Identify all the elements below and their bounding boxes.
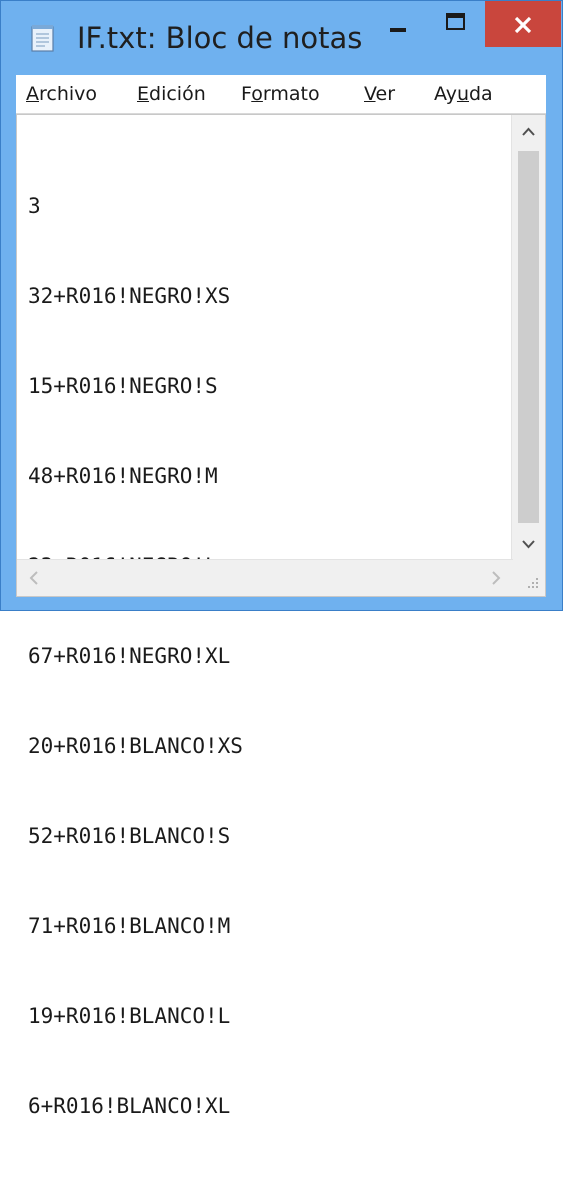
chevron-up-icon bbox=[522, 127, 535, 136]
editor-text[interactable]: 3 32+R016!NEGRO!XS 15+R016!NEGRO!S 48+R0… bbox=[28, 131, 243, 1181]
text-line: 15+R016!NEGRO!S bbox=[28, 374, 218, 398]
menu-accel-key: A bbox=[26, 83, 39, 105]
resize-grip-icon bbox=[528, 578, 538, 588]
menu-accel-key: E bbox=[137, 83, 150, 105]
vertical-scroll-thumb[interactable] bbox=[518, 151, 539, 523]
text-line: 48+R016!NEGRO!M bbox=[28, 464, 218, 488]
scroll-down-button[interactable] bbox=[512, 527, 545, 561]
menu-edicion[interactable]: Edición bbox=[137, 75, 206, 113]
text-line: 67+R016!NEGRO!XL bbox=[28, 644, 231, 668]
chevron-left-icon bbox=[29, 571, 38, 585]
menu-ayuda[interactable]: Ayuda bbox=[434, 75, 493, 113]
maximize-button[interactable] bbox=[427, 1, 485, 47]
title-bar[interactable]: IF.txt: Bloc de notas bbox=[1, 1, 562, 75]
text-editor[interactable]: 3 32+R016!NEGRO!XS 15+R016!NEGRO!S 48+R0… bbox=[16, 114, 546, 1118]
menu-archivo[interactable]: Archivo bbox=[26, 75, 97, 113]
close-icon bbox=[514, 16, 532, 34]
window-title: IF.txt: Bloc de notas bbox=[77, 21, 363, 55]
menu-accel-key: u bbox=[456, 83, 469, 105]
menu-accel-key: V bbox=[364, 83, 376, 105]
menu-label-suffix: da bbox=[469, 83, 493, 105]
scroll-right-button[interactable] bbox=[479, 560, 513, 596]
horizontal-scrollbar[interactable] bbox=[17, 559, 513, 596]
minimize-icon bbox=[390, 28, 406, 32]
maximize-icon bbox=[446, 13, 465, 30]
chevron-down-icon bbox=[522, 540, 535, 549]
menu-label-prefix: F bbox=[241, 83, 252, 105]
menu-label-suffix: dición bbox=[149, 83, 206, 105]
close-button[interactable] bbox=[485, 1, 561, 47]
scroll-up-button[interactable] bbox=[512, 115, 545, 149]
menu-label-suffix: rchivo bbox=[39, 83, 98, 105]
menu-label-prefix: Ay bbox=[434, 83, 457, 105]
text-line: 6+R016!BLANCO!XL bbox=[28, 1094, 231, 1118]
text-line: 19+R016!BLANCO!L bbox=[28, 1004, 231, 1028]
menu-label-suffix: er bbox=[375, 83, 396, 105]
text-line: 20+R016!BLANCO!XS bbox=[28, 734, 243, 758]
minimize-button[interactable] bbox=[369, 1, 427, 47]
notepad-window: IF.txt: Bloc de notas Archivo Edición Fo… bbox=[0, 0, 563, 1118]
vertical-scrollbar[interactable] bbox=[511, 115, 545, 561]
scroll-left-button[interactable] bbox=[17, 560, 51, 596]
notepad-app-icon[interactable] bbox=[31, 24, 55, 52]
menu-label-suffix: rmato bbox=[262, 83, 320, 105]
text-line: 32+R016!NEGRO!XS bbox=[28, 284, 231, 308]
text-line: 52+R016!BLANCO!S bbox=[28, 824, 231, 848]
menu-ver[interactable]: Ver bbox=[364, 75, 395, 113]
text-line: 3 bbox=[28, 194, 41, 218]
menu-accel-key: o bbox=[251, 83, 263, 105]
resize-grip[interactable] bbox=[512, 560, 545, 596]
menu-formato[interactable]: Formato bbox=[241, 75, 320, 113]
menu-bar: Archivo Edición Formato Ver Ayuda bbox=[16, 75, 546, 114]
text-line: 71+R016!BLANCO!M bbox=[28, 914, 231, 938]
chevron-right-icon bbox=[492, 571, 501, 585]
